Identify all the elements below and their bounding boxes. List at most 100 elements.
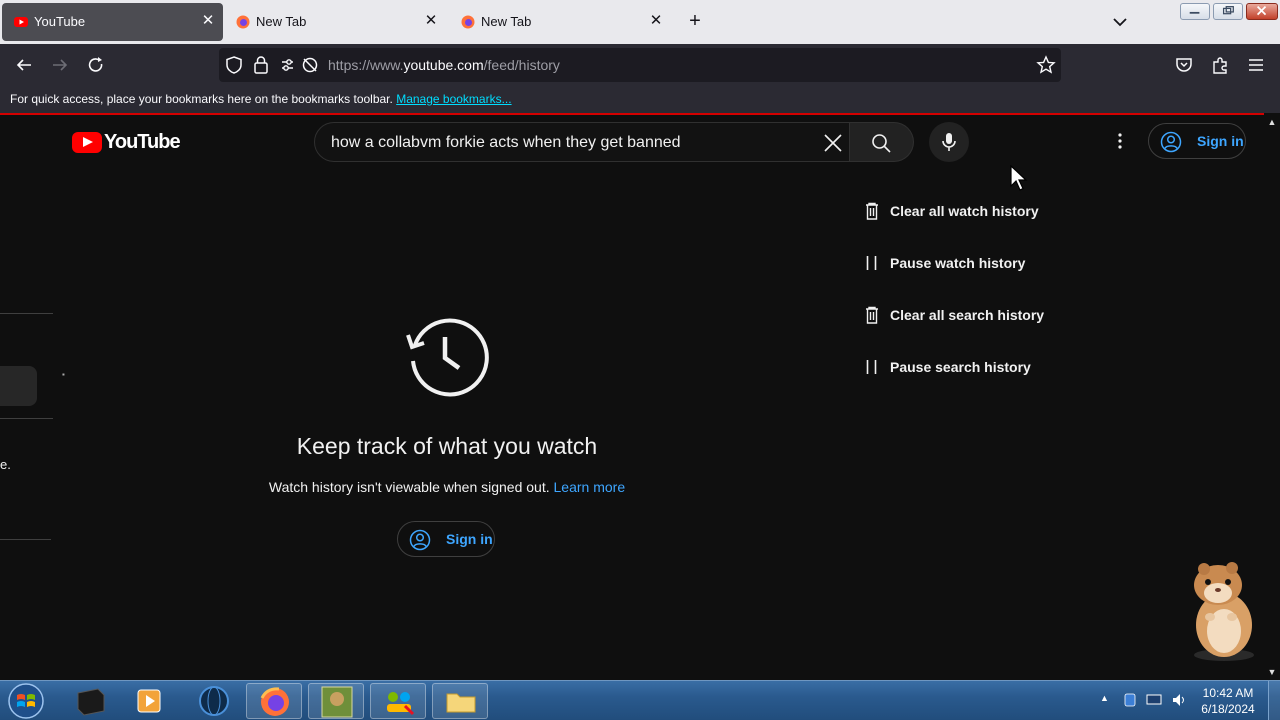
sidebar-item[interactable]	[0, 366, 37, 406]
action-label: Clear all watch history	[890, 203, 1039, 219]
taskbar-explorer[interactable]	[432, 683, 488, 719]
pause-icon	[866, 360, 877, 374]
youtube-logo[interactable]: YouTube	[72, 131, 181, 153]
bookmarks-toolbar: For quick access, place your bookmarks h…	[0, 86, 1280, 113]
back-arrow-icon[interactable]	[14, 55, 34, 75]
system-clock[interactable]: 10:42 AM 6/18/2024	[1196, 685, 1260, 717]
tray-app-icon[interactable]	[1122, 693, 1138, 707]
youtube-favicon-icon	[14, 17, 28, 27]
pocket-icon[interactable]	[1174, 55, 1194, 75]
youtube-page: YouTube how a collabvm forkie acts when …	[0, 115, 1264, 680]
show-hidden-icons-icon[interactable]: ▲	[1100, 693, 1109, 703]
bookmark-star-icon[interactable]	[1036, 55, 1056, 75]
tab-new-tab-2[interactable]: New Tab ✕	[449, 3, 671, 41]
tab-new-tab-1[interactable]: New Tab ✕	[224, 3, 446, 41]
scroll-down-icon[interactable]: ▼	[1267, 667, 1277, 677]
tab-close-icon[interactable]: ✕	[647, 12, 665, 30]
action-label: Clear all search history	[890, 307, 1045, 323]
tracking-shield-icon[interactable]	[225, 55, 243, 75]
sign-in-label: Sign in	[1197, 133, 1244, 149]
volume-icon[interactable]	[1172, 693, 1188, 707]
microphone-icon	[942, 133, 956, 151]
taskbar-media-player[interactable]	[122, 683, 178, 719]
restore-icon	[1222, 6, 1234, 15]
search-icon	[872, 134, 891, 153]
clear-search-icon[interactable]	[823, 133, 843, 153]
black-box-app-icon	[77, 688, 105, 716]
taskbar-network-app[interactable]	[370, 683, 426, 719]
tab-label: YouTube	[34, 14, 86, 29]
show-desktop-button[interactable]	[1268, 681, 1280, 720]
voice-search-button[interactable]	[929, 122, 969, 162]
clear-watch-history-button[interactable]: Clear all watch history	[864, 201, 1104, 221]
game-box-icon	[321, 686, 353, 718]
hamburger-menu-icon[interactable]	[1246, 55, 1266, 75]
empty-state-title: Keep track of what you watch	[296, 433, 598, 459]
tab-youtube[interactable]: YouTube ✕	[2, 3, 223, 41]
manage-bookmarks-link[interactable]: Manage bookmarks...	[396, 92, 511, 106]
sign-in-label: Sign in	[446, 531, 493, 547]
media-player-icon	[137, 689, 161, 713]
sign-in-button-main[interactable]: Sign in	[397, 521, 495, 557]
url-path: /feed/history	[483, 57, 560, 73]
screen: YouTube ✕ New Tab ✕ New Tab ✕ + https://…	[0, 0, 1280, 720]
minimize-button[interactable]	[1180, 3, 1210, 20]
tab-close-icon[interactable]: ✕	[422, 12, 440, 30]
sidebar-divider	[0, 418, 53, 419]
more-options-icon[interactable]	[1110, 131, 1130, 151]
forward-arrow-icon[interactable]	[50, 55, 70, 75]
restore-button[interactable]	[1213, 3, 1243, 20]
scroll-up-icon[interactable]: ▲	[1267, 117, 1277, 127]
browser-tab-strip: YouTube ✕ New Tab ✕ New Tab ✕ +	[0, 0, 1280, 44]
lock-icon[interactable]	[253, 55, 269, 75]
firefox-favicon-icon	[461, 15, 475, 29]
page-scrollbar[interactable]: ▲ ▼	[1264, 113, 1280, 680]
tab-label: New Tab	[481, 14, 532, 29]
taskbar-globe-app[interactable]	[186, 683, 242, 719]
sidebar-handle-icon: ▪	[62, 370, 65, 379]
search-input[interactable]: how a collabvm forkie acts when they get…	[314, 122, 850, 162]
extensions-puzzle-icon[interactable]	[1210, 55, 1230, 75]
firefox-icon	[260, 687, 289, 716]
browser-navigation-bar: https://www.youtube.com/feed/history	[0, 44, 1280, 86]
permissions-icon[interactable]	[279, 56, 321, 74]
close-icon	[1256, 6, 1267, 16]
reload-icon[interactable]	[86, 55, 106, 75]
sign-in-button-header[interactable]: Sign in	[1148, 123, 1246, 159]
minimize-icon	[1189, 11, 1200, 14]
pause-search-history-button[interactable]: Pause search history	[864, 357, 1104, 377]
taskbar-game-app[interactable]	[308, 683, 364, 719]
url-bar[interactable]: https://www.youtube.com/feed/history	[219, 48, 1061, 82]
clear-search-history-button[interactable]: Clear all search history	[864, 305, 1104, 325]
globe-icon	[199, 686, 229, 716]
search-button[interactable]	[850, 122, 914, 162]
hamster-sticker-icon	[1194, 562, 1254, 661]
clock-date: 6/18/2024	[1201, 702, 1255, 716]
tab-label: New Tab	[256, 14, 307, 29]
pause-watch-history-button[interactable]: Pause watch history	[864, 253, 1104, 273]
empty-state-subtitle: Watch history isn't viewable when signed…	[240, 479, 654, 495]
learn-more-link[interactable]: Learn more	[554, 479, 626, 495]
window-close-button[interactable]	[1246, 3, 1278, 20]
action-label: Pause search history	[890, 359, 1031, 375]
youtube-logo-icon	[72, 131, 102, 153]
taskbar-app-dark-box[interactable]	[62, 683, 118, 719]
network-monitor-icon[interactable]	[1146, 693, 1162, 707]
list-all-tabs-chevron-icon[interactable]	[1110, 12, 1130, 32]
search-query-text: how a collabvm forkie acts when they get…	[331, 134, 681, 151]
empty-state-message: Watch history isn't viewable when signed…	[268, 479, 550, 495]
history-clock-icon	[406, 318, 489, 397]
new-tab-button[interactable]: +	[684, 10, 706, 32]
tab-close-icon[interactable]: ✕	[199, 12, 217, 30]
windows-taskbar: ▲ 10:42 AM 6/18/2024	[0, 680, 1280, 720]
url-host: youtube.com	[403, 57, 484, 73]
taskbar-firefox[interactable]	[246, 683, 302, 719]
mouse-cursor-icon	[1010, 165, 1028, 191]
sidebar-divider	[0, 313, 53, 314]
url-text[interactable]: https://www.youtube.com/feed/history	[328, 57, 560, 73]
start-button-windows-icon[interactable]	[6, 682, 46, 720]
network-users-icon	[387, 692, 415, 716]
sidebar-text-fragment: e.	[0, 457, 11, 472]
search-bar: how a collabvm forkie acts when they get…	[314, 122, 914, 162]
bookmarks-message: For quick access, place your bookmarks h…	[10, 92, 393, 106]
